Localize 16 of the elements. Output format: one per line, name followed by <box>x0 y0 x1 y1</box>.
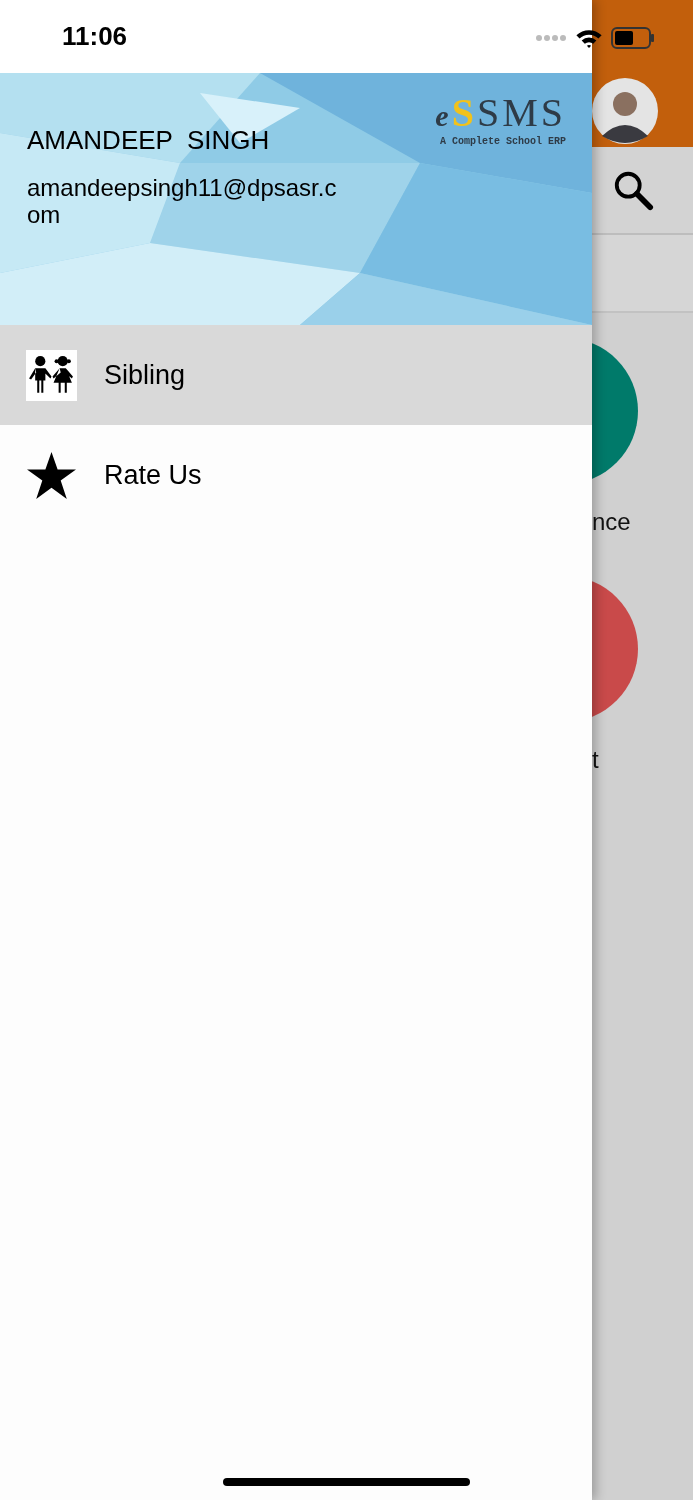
menu-item[interactable]: Rate Us <box>0 425 592 525</box>
wifi-icon <box>575 27 603 49</box>
children-icon <box>26 349 77 401</box>
avatar-icon[interactable] <box>592 78 658 144</box>
star-icon <box>26 449 77 501</box>
menu-item[interactable]: Sibling <box>0 325 592 425</box>
tile-label: t <box>592 746 600 774</box>
logo-tagline: A Complete School ERP <box>439 136 566 147</box>
logo-title: eSSMS <box>435 93 566 136</box>
battery-icon <box>611 27 655 49</box>
signal-icon <box>535 34 567 42</box>
status-time: 11:06 <box>62 21 128 52</box>
tile-label: nce <box>592 508 632 536</box>
user-email: amandeepsingh11@dpsasr.com <box>27 174 338 228</box>
search-icon[interactable] <box>612 169 654 211</box>
user-name: AMANDEEP SINGH <box>27 125 270 156</box>
